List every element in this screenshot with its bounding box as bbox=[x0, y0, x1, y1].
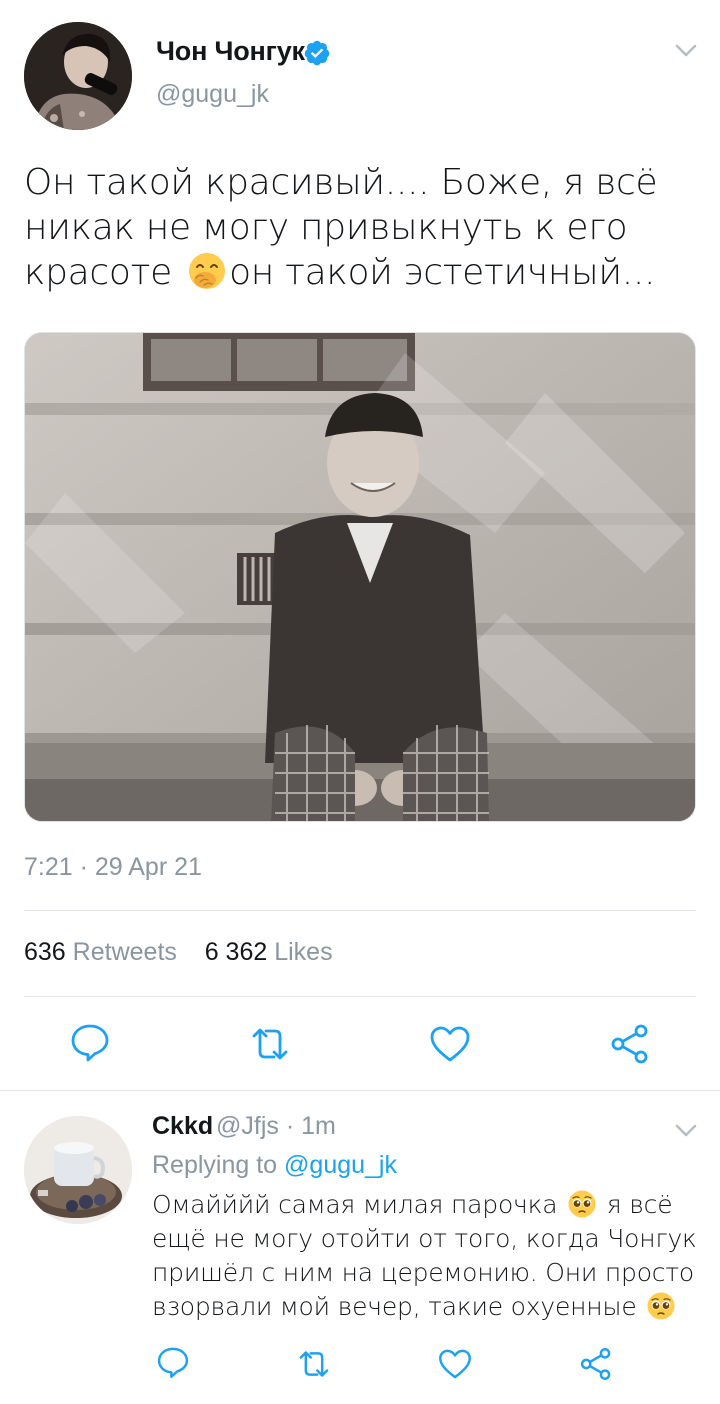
author-name[interactable]: Чон Чонгук bbox=[156, 36, 305, 67]
likes-stat[interactable]: 6 362 Likes bbox=[205, 938, 333, 966]
pleading-face-emoji-icon bbox=[568, 1190, 596, 1218]
author-avatar[interactable] bbox=[24, 22, 132, 130]
reply-text-part1: Омайййй самая милая парочка bbox=[152, 1190, 566, 1219]
replying-to: Replying to @gugu_jk bbox=[152, 1151, 397, 1180]
replying-to-link[interactable]: @gugu_jk bbox=[284, 1151, 397, 1179]
reply-share-icon[interactable] bbox=[578, 1346, 614, 1382]
reply-author-name[interactable]: Ckkd bbox=[152, 1112, 213, 1141]
retweets-count: 636 bbox=[24, 938, 66, 966]
tweet-text-part2: он такой эстетичный... bbox=[229, 252, 656, 293]
verified-badge-icon bbox=[304, 40, 330, 66]
hand-over-mouth-emoji-icon bbox=[189, 253, 226, 289]
divider bbox=[24, 910, 696, 911]
pleading-face-emoji-icon bbox=[647, 1292, 675, 1320]
likes-count: 6 362 bbox=[204, 938, 268, 966]
tweet-stats: 636 Retweets 6 362 Likes bbox=[24, 938, 333, 967]
tweet-timestamp[interactable]: 7:21 · 29 Apr 21 bbox=[24, 853, 202, 882]
divider bbox=[24, 996, 696, 997]
reply-retweet-icon[interactable] bbox=[296, 1346, 332, 1382]
retweets-stat[interactable]: 636 Retweets bbox=[24, 938, 177, 966]
reply-author-handle-line: @Jfjs · 1m bbox=[216, 1112, 336, 1141]
author-handle[interactable]: @gugu_jk bbox=[156, 80, 269, 109]
reply-text: Омайййй самая милая парочка я всё ещё не… bbox=[152, 1188, 712, 1324]
reply-like-icon[interactable] bbox=[437, 1346, 473, 1382]
section-divider bbox=[0, 1090, 720, 1091]
retweet-icon[interactable] bbox=[248, 1022, 292, 1066]
chevron-down-icon[interactable] bbox=[672, 1120, 700, 1142]
chevron-down-icon[interactable] bbox=[672, 40, 700, 62]
tweet-media-photo[interactable] bbox=[24, 332, 696, 822]
share-icon[interactable] bbox=[608, 1022, 652, 1066]
reply-author-handle[interactable]: @Jfjs bbox=[216, 1112, 279, 1140]
reply-comment-icon[interactable] bbox=[155, 1344, 191, 1380]
comment-icon[interactable] bbox=[68, 1020, 112, 1064]
replying-to-prefix: Replying to bbox=[152, 1151, 278, 1179]
likes-label: Likes bbox=[274, 938, 333, 966]
tweet-text: Он такой красивый.... Боже, я всё никак … bbox=[24, 160, 684, 295]
like-icon[interactable] bbox=[428, 1022, 472, 1066]
reply-avatar[interactable] bbox=[24, 1116, 132, 1224]
retweets-label: Retweets bbox=[72, 938, 177, 966]
reply-time[interactable]: · 1m bbox=[286, 1112, 336, 1140]
